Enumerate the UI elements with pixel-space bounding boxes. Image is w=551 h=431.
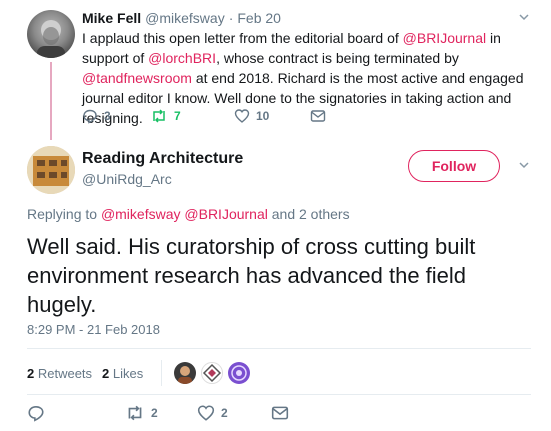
tweet-date[interactable]: Feb 20 [237, 10, 281, 26]
liker-avatar-2[interactable] [201, 362, 224, 384]
follow-button[interactable]: Follow [408, 150, 500, 182]
likers-avatars [161, 360, 251, 386]
like-count: 10 [256, 109, 270, 123]
likes-stat[interactable]: 2 Likes [102, 366, 143, 381]
follow-label: Follow [431, 158, 477, 174]
retweet-button[interactable]: 2 [125, 404, 197, 422]
dm-button[interactable] [271, 405, 289, 421]
reply-icon [27, 404, 45, 422]
tweet-text-segment: , whose contract is being terminated by [216, 50, 459, 66]
reply-icon [82, 108, 98, 124]
retweet-count: 2 [151, 406, 158, 420]
tweet-text: Well said. His curatorship of cross cutt… [27, 234, 476, 317]
mention-link[interactable]: @lorchBRI [148, 50, 216, 66]
retweet-icon [150, 108, 168, 124]
retweet-count: 7 [174, 109, 181, 123]
dm-button[interactable] [310, 109, 326, 123]
retweet-icon [125, 404, 145, 422]
replying-to: Replying to @mikefsway @BRIJournal and 2… [27, 206, 350, 222]
liker-avatar-3[interactable] [228, 362, 251, 384]
reply-count: 3 [104, 109, 111, 123]
reply-mention-1[interactable]: @mikefsway [101, 206, 181, 222]
author-name[interactable]: Reading Architecture [82, 150, 243, 168]
tweet-text-segment: I applaud this open letter from the edit… [82, 30, 403, 46]
avatar-reading-architecture[interactable] [27, 146, 75, 194]
tweet-timestamp[interactable]: 8:29 PM - 21 Feb 2018 [27, 322, 160, 337]
chevron-down-icon[interactable] [518, 10, 530, 26]
author-handle[interactable]: @UniRdg_Arc [82, 171, 243, 187]
envelope-icon [310, 109, 326, 123]
replying-others[interactable]: and 2 others [268, 206, 350, 222]
replying-prefix: Replying to [27, 206, 101, 222]
separator-dot: · [228, 10, 234, 26]
reply-mention-2[interactable]: @BRIJournal [184, 206, 267, 222]
like-button[interactable]: 10 [234, 108, 310, 124]
author-name[interactable]: Mike Fell [82, 10, 141, 26]
reply-button[interactable]: 3 [82, 108, 150, 124]
retweet-button[interactable]: 7 [150, 108, 234, 124]
reply-button[interactable] [27, 404, 125, 422]
divider-bottom [27, 394, 531, 395]
liker-avatar-1[interactable] [174, 362, 197, 384]
mention-link[interactable]: @BRIJournal [403, 30, 486, 46]
like-button[interactable]: 2 [197, 404, 271, 422]
heart-icon [234, 108, 250, 124]
chevron-down-icon[interactable] [518, 158, 530, 174]
like-count: 2 [221, 406, 228, 420]
avatar-mike-fell[interactable] [27, 10, 75, 58]
thread-connector [50, 62, 52, 140]
author-handle[interactable]: @mikefsway [145, 10, 225, 26]
envelope-icon [271, 405, 289, 421]
divider-top [27, 348, 531, 349]
retweets-stat[interactable]: 2 Retweets [27, 366, 92, 381]
heart-icon [197, 404, 215, 422]
mention-link[interactable]: @tandfnewsroom [82, 70, 192, 86]
